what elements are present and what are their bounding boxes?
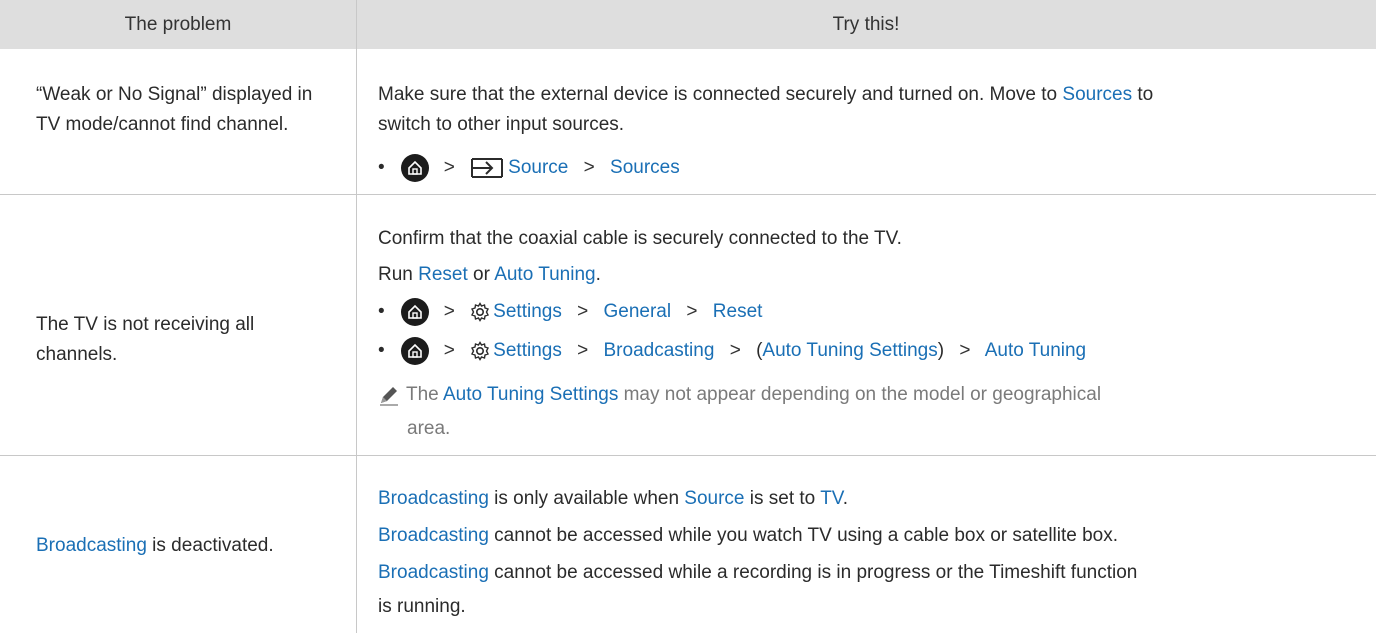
gear-icon	[471, 341, 490, 361]
menu-settings[interactable]: Settings	[493, 340, 562, 361]
reset-link[interactable]: Reset	[418, 264, 468, 285]
menu-path-auto-tuning: • > Settings > Broadcasting > (Auto Tuni…	[378, 336, 1086, 366]
menu-path-reset: • > Settings > General > Reset	[378, 297, 762, 327]
row-divider	[0, 455, 1376, 456]
chevron-right-icon: >	[729, 340, 741, 361]
menu-general[interactable]: General	[604, 301, 672, 322]
auto-tuning-link[interactable]: Auto Tuning	[494, 264, 595, 285]
source-icon	[471, 157, 504, 178]
home-icon	[400, 297, 429, 326]
broadcasting-link[interactable]: Broadcasting	[378, 488, 489, 509]
home-icon	[400, 336, 429, 365]
header-problem: The problem	[124, 14, 232, 35]
bullet: •	[378, 157, 385, 178]
chevron-right-icon: >	[959, 340, 971, 361]
text: .	[842, 488, 849, 509]
broadcasting-link[interactable]: Broadcasting	[36, 535, 147, 556]
solution-text-part: to	[1132, 84, 1154, 105]
bullet: •	[378, 301, 385, 322]
text: Run	[378, 264, 419, 285]
source-link[interactable]: Source	[684, 488, 744, 509]
paren-close: )	[937, 340, 945, 361]
gear-icon	[471, 302, 490, 322]
note-text: may not appear depending on the model or…	[618, 384, 1102, 405]
chevron-right-icon: >	[577, 301, 589, 322]
solution-text: Make sure that the external device is co…	[378, 80, 1153, 110]
note-text: area.	[407, 418, 451, 439]
broadcasting-link[interactable]: Broadcasting	[378, 525, 489, 546]
auto-tuning-settings-link[interactable]: Auto Tuning Settings	[443, 384, 618, 405]
header-try-this: Try this!	[832, 14, 900, 35]
chevron-right-icon: >	[443, 301, 455, 322]
sources-link[interactable]: Sources	[1062, 84, 1132, 105]
menu-source[interactable]: Source	[508, 157, 568, 178]
chevron-right-icon: >	[443, 157, 455, 178]
menu-sources[interactable]: Sources	[610, 157, 680, 178]
solution-text: Broadcasting cannot be accessed while yo…	[378, 521, 1118, 551]
problem-signal: “Weak or No Signal” displayed in TV mode…	[36, 84, 313, 135]
chevron-right-icon: >	[443, 340, 455, 361]
solution-text-part: Make sure that the external device is co…	[378, 84, 1063, 105]
home-icon	[400, 153, 429, 182]
column-divider	[356, 0, 357, 633]
solution-text: Broadcasting cannot be accessed while a …	[378, 558, 1137, 588]
text: is set to	[744, 488, 821, 509]
menu-reset[interactable]: Reset	[713, 301, 763, 322]
table-header: The problem Try this!	[0, 0, 1376, 49]
menu-path-source: • > Source > Sources	[378, 153, 680, 183]
pencil-icon	[380, 386, 398, 406]
chevron-right-icon: >	[577, 340, 589, 361]
menu-auto-tuning[interactable]: Auto Tuning	[985, 340, 1086, 361]
bullet: •	[378, 340, 385, 361]
note-text: The	[406, 384, 443, 405]
run-instruction: Run Reset or Auto Tuning.	[378, 260, 601, 290]
row-divider	[0, 194, 1376, 195]
tv-link[interactable]: TV	[820, 488, 843, 509]
text: cannot be accessed while you watch TV us…	[488, 525, 1119, 546]
problem-channels: The TV is not receiving all channels.	[36, 314, 255, 365]
menu-auto-tuning-settings[interactable]: Auto Tuning Settings	[762, 340, 937, 361]
solution-text: Confirm that the coaxial cable is secure…	[378, 228, 902, 249]
problem-text: is deactivated.	[146, 535, 274, 556]
text: .	[595, 264, 601, 285]
chevron-right-icon: >	[686, 301, 698, 322]
menu-settings[interactable]: Settings	[493, 301, 562, 322]
text: is only available when	[488, 488, 685, 509]
text: or	[467, 264, 495, 285]
menu-broadcasting[interactable]: Broadcasting	[604, 340, 715, 361]
solution-text: Broadcasting is only available when Sour…	[378, 484, 848, 514]
note: The Auto Tuning Settings may not appear …	[378, 380, 1101, 410]
chevron-right-icon: >	[583, 157, 595, 178]
problem-broadcasting: Broadcasting is deactivated.	[36, 531, 336, 561]
broadcasting-link[interactable]: Broadcasting	[378, 562, 489, 583]
text: cannot be accessed while a recording is …	[488, 562, 1138, 583]
solution-text: switch to other input sources.	[378, 114, 625, 135]
solution-text: is running.	[378, 596, 466, 617]
